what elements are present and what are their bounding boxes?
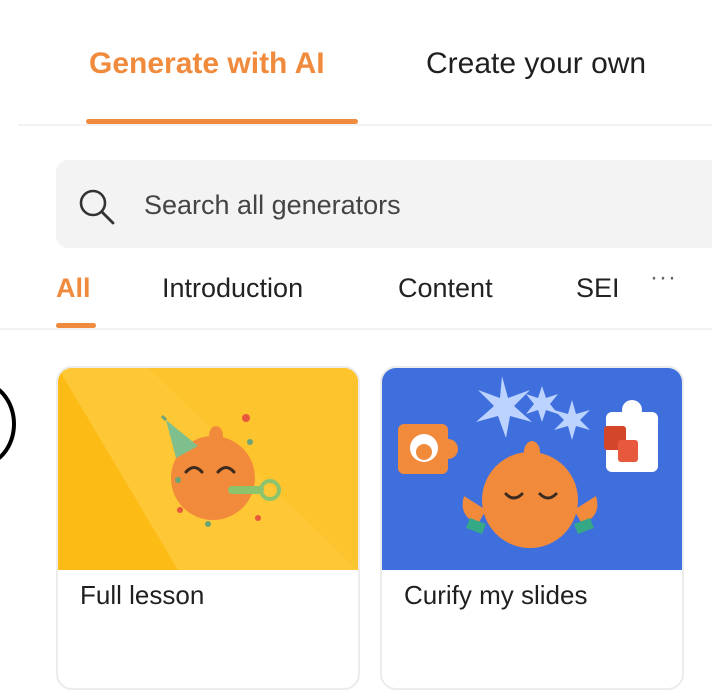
search-input[interactable]: [142, 180, 706, 230]
generator-card-curify-my-slides[interactable]: Curify my slides: [380, 366, 684, 690]
tab-generate-with-ai[interactable]: Generate with AI: [89, 44, 325, 84]
mode-tabs: Generate with AI Create your own: [18, 0, 712, 126]
category-tab-introduction[interactable]: Introduction: [162, 270, 303, 306]
active-category-indicator: [56, 323, 96, 328]
card-title: Full lesson: [80, 580, 205, 610]
category-tabs: All Introduction Content SEI ···: [0, 252, 712, 330]
search-bar[interactable]: [56, 160, 712, 248]
category-tab-sei[interactable]: SEI: [576, 270, 620, 306]
generator-picker: Generate with AI Create your own All Int…: [0, 0, 712, 691]
ellipsis-icon[interactable]: ···: [650, 264, 677, 292]
card-title: Curify my slides: [404, 580, 588, 610]
active-tab-indicator: [86, 119, 358, 124]
category-tab-content[interactable]: Content: [398, 270, 493, 306]
tab-create-your-own[interactable]: Create your own: [426, 44, 646, 84]
party-mascot-illustration: [58, 368, 358, 570]
puzzle-mascot-illustration: [382, 368, 682, 570]
generator-card-full-lesson[interactable]: Full lesson: [56, 366, 360, 690]
edge-circle-fragment: [0, 380, 16, 468]
category-tab-all[interactable]: All: [56, 270, 91, 306]
search-icon: [79, 189, 115, 225]
